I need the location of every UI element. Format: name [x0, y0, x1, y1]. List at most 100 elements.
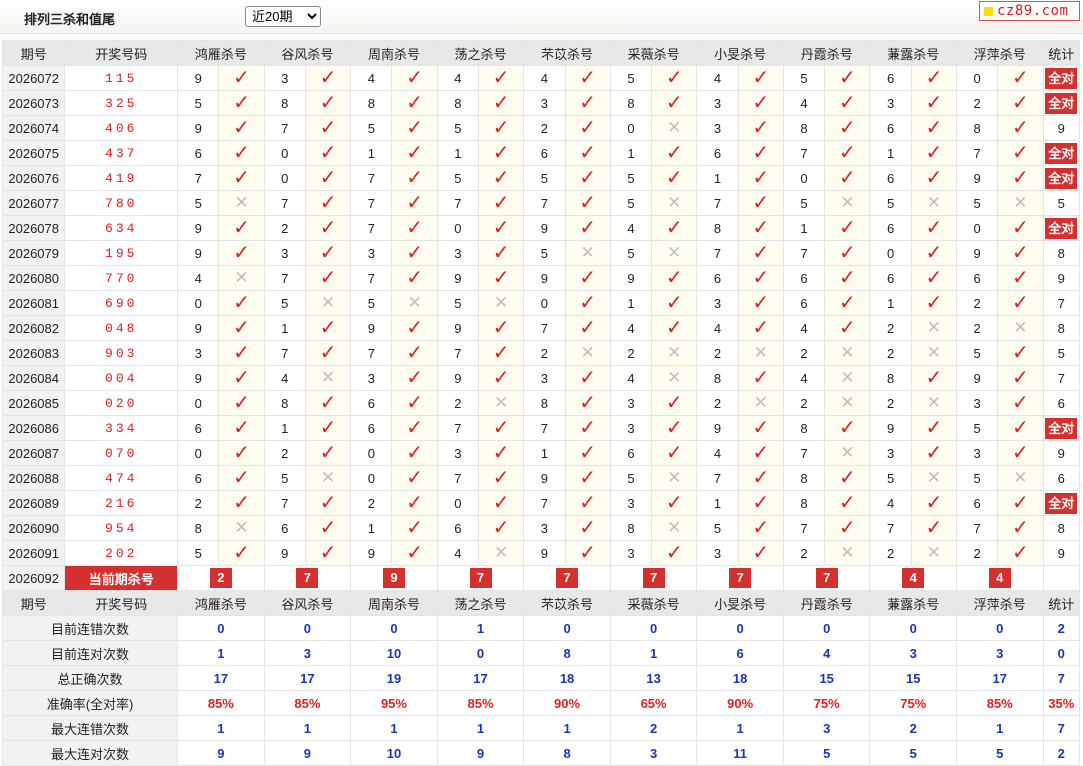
issue-cell: 2026091 — [1, 540, 66, 566]
result-cell: ✕ — [391, 290, 438, 316]
check-icon: ✓ — [492, 192, 510, 214]
col-header-killer: 丹霞杀号 — [782, 590, 871, 616]
result-cell: ✓ — [391, 340, 438, 366]
kill-number-cell: 7 — [350, 265, 393, 291]
kill-number-cell: 6 — [523, 140, 566, 166]
stat-cell: 全对 — [1042, 165, 1081, 191]
kill-number-table: 期号 开奖号码 鸿雁杀号 谷风杀号 周南杀号 荡之杀号 芣苡杀号 采薇杀号 小旻杀号 丹霞杀号 蒹露… — [1, 40, 1081, 766]
check-icon: ✓ — [1012, 67, 1029, 89]
kill-number-cell: 5 — [609, 65, 653, 91]
kill-number-cell: 9 — [263, 540, 306, 566]
kill-number-cell: 2 — [956, 540, 999, 566]
result-cell: ✓ — [218, 390, 265, 416]
result-cell: ✕ — [218, 265, 265, 291]
col-header-issue: 期号 — [1, 40, 66, 66]
current-kill-badge: 4 — [988, 568, 1011, 588]
cross-icon: ✕ — [840, 193, 855, 212]
col-header-killer: 丹霞杀号 — [782, 40, 871, 66]
kill-number-cell: 4 — [696, 65, 739, 91]
kill-number-cell: 7 — [436, 340, 479, 366]
result-cell: ✓ — [910, 415, 958, 441]
result-cell: ✓ — [564, 540, 611, 566]
summary-value: 8 — [523, 740, 611, 766]
check-icon: ✓ — [319, 517, 337, 539]
kill-number-cell: 9 — [869, 415, 912, 441]
cross-icon: ✕ — [926, 543, 941, 562]
result-cell: ✓ — [824, 140, 871, 166]
check-icon: ✓ — [838, 317, 856, 339]
summary-value: 90% — [696, 690, 784, 716]
result-cell: ✓ — [651, 415, 698, 441]
kill-number-cell: 5 — [609, 190, 653, 216]
winning-number-cell: 020 — [64, 390, 179, 416]
kill-number-cell: 8 — [350, 90, 393, 116]
result-cell: ✓ — [218, 315, 265, 341]
kill-number-cell: 6 — [177, 140, 220, 166]
kill-number-cell: 2 — [609, 340, 653, 366]
kill-number-cell: 5 — [177, 540, 220, 566]
kill-number-cell: 2 — [956, 90, 999, 116]
kill-number-cell: 0 — [263, 140, 306, 166]
check-icon: ✓ — [579, 467, 597, 489]
winning-number-cell: 115 — [64, 65, 179, 91]
check-icon: ✓ — [319, 417, 337, 439]
cross-icon: ✕ — [667, 368, 682, 387]
result-cell: ✓ — [218, 115, 265, 141]
result-cell: ✓ — [737, 215, 784, 241]
check-icon: ✓ — [752, 417, 770, 439]
result-cell: ✕ — [477, 290, 525, 316]
check-icon: ✓ — [665, 267, 683, 289]
kill-number-cell: 0 — [436, 215, 479, 241]
kill-number-cell: 5 — [263, 290, 306, 316]
result-cell: ✓ — [304, 90, 352, 116]
result-cell: ✕ — [218, 190, 265, 216]
result-cell: ✓ — [564, 440, 611, 466]
result-cell: ✕ — [997, 315, 1044, 341]
check-icon: ✓ — [1012, 492, 1029, 514]
result-cell: ✕ — [997, 465, 1044, 491]
result-cell: ✓ — [910, 440, 958, 466]
current-kill-cell: 7 — [523, 565, 611, 591]
site-logo[interactable]: cz89.com — [979, 1, 1080, 21]
check-icon: ✓ — [492, 67, 510, 89]
kill-number-cell: 1 — [263, 315, 306, 341]
kill-number-cell: 4 — [782, 315, 826, 341]
winning-number-cell: 070 — [64, 440, 179, 466]
summary-row: 总正确次数 17 17 19 17 18 13 18 15 15 17 7 — [1, 665, 1081, 691]
result-cell: ✓ — [737, 490, 784, 516]
check-icon: ✓ — [579, 417, 597, 439]
result-cell: ✓ — [824, 265, 871, 291]
period-select[interactable]: 近20期 — [245, 6, 321, 27]
kill-number-cell: 7 — [436, 415, 479, 441]
current-kill-badge: 4 — [902, 568, 925, 588]
result-cell: ✓ — [218, 440, 265, 466]
result-cell: ✓ — [391, 490, 438, 516]
stat-cell: 全对 — [1042, 415, 1081, 441]
result-cell: ✓ — [910, 365, 958, 391]
kill-number-cell: 9 — [436, 265, 479, 291]
kill-number-cell: 2 — [782, 340, 826, 366]
current-kill-cell: 7 — [436, 565, 525, 591]
result-cell: ✓ — [304, 165, 352, 191]
table-row: 2026072 115 9 ✓ 3 ✓ 4 ✓ 4 ✓ 4 ✓ 5 ✓ 4 ✓ 5 ✓ 6 ✓ 0 ✓ 全对 — [1, 65, 1081, 91]
summary-value: 1 — [609, 640, 698, 666]
kill-number-cell: 5 — [609, 165, 653, 191]
kill-number-cell: 3 — [696, 90, 739, 116]
logo-square-icon — [984, 7, 993, 16]
result-cell: ✕ — [910, 190, 958, 216]
result-cell: ✓ — [651, 315, 698, 341]
kill-number-cell: 7 — [956, 140, 999, 166]
kill-number-cell: 0 — [263, 165, 306, 191]
result-cell: ✕ — [910, 315, 958, 341]
result-cell: ✓ — [997, 365, 1044, 391]
check-icon: ✓ — [1012, 292, 1029, 314]
check-icon: ✓ — [406, 192, 423, 214]
check-icon: ✓ — [233, 292, 250, 314]
kill-number-cell: 7 — [782, 440, 826, 466]
result-cell: ✓ — [477, 465, 525, 491]
current-kill-cell: 4 — [956, 565, 1044, 591]
current-kill-cell: 7 — [263, 565, 352, 591]
kill-number-cell: 9 — [436, 315, 479, 341]
cross-icon: ✕ — [840, 393, 855, 412]
result-cell: ✓ — [564, 190, 611, 216]
